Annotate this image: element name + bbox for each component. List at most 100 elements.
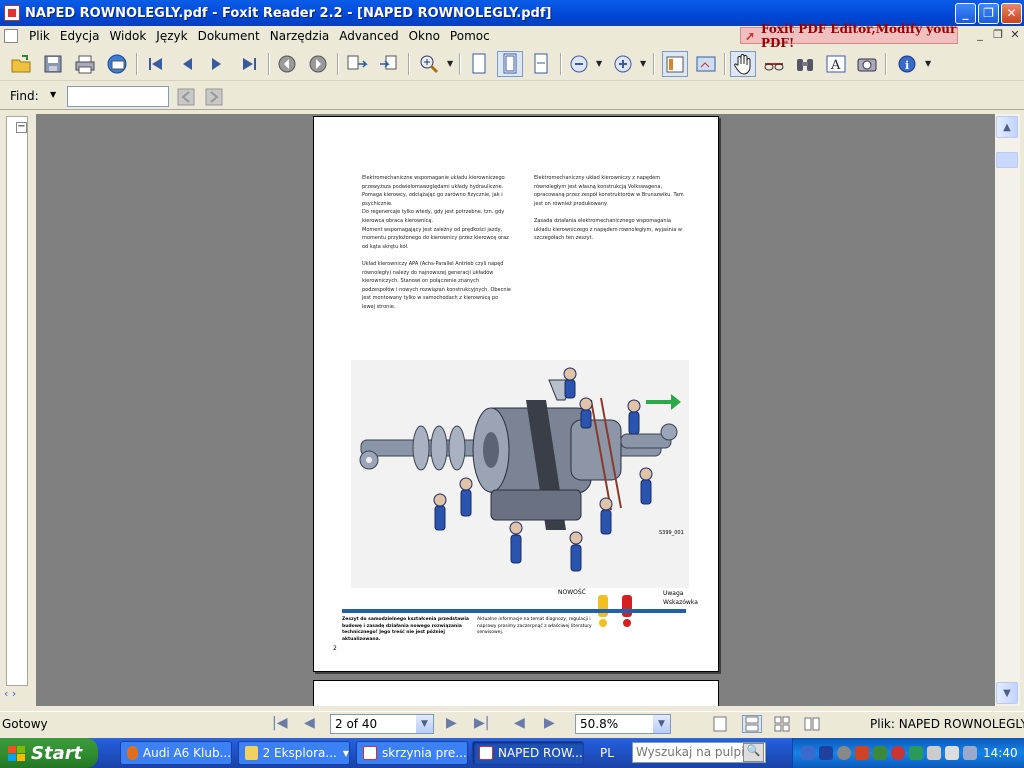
- zoom-dropdown-arrow-icon[interactable]: ▼: [653, 715, 670, 733]
- bookmarks-icon[interactable]: [662, 51, 688, 77]
- maximize-button[interactable]: ❐: [978, 2, 999, 24]
- menu-narzedzia[interactable]: Narzędzia: [265, 29, 335, 43]
- last-page-icon[interactable]: [236, 51, 262, 77]
- vertical-scrollbar[interactable]: ▲ ▼: [995, 114, 1020, 706]
- hand-tool-icon[interactable]: [730, 51, 756, 77]
- open-icon[interactable]: [8, 51, 34, 77]
- zoom-in-dropdown-icon[interactable]: ▼: [640, 59, 646, 68]
- security-icon[interactable]: [873, 746, 887, 760]
- status-back-icon[interactable]: ◀: [514, 715, 525, 731]
- find-input[interactable]: [67, 86, 169, 107]
- find-previous-icon[interactable]: [173, 84, 199, 110]
- toolbar: ▼ ▼ ▼ A i ▼: [0, 47, 1024, 81]
- actual-size-icon[interactable]: [466, 51, 492, 77]
- start-label: Start: [31, 742, 83, 764]
- page-dropdown-icon[interactable]: ▼: [416, 715, 433, 733]
- status-first-page-icon[interactable]: |◀: [272, 715, 287, 731]
- zoom-in-round-icon[interactable]: [610, 51, 636, 77]
- close-button[interactable]: ✕: [1001, 2, 1022, 24]
- task-naped-rownolegly[interactable]: NAPED ROW...: [472, 741, 584, 765]
- save-icon[interactable]: [40, 51, 66, 77]
- mdi-restore-icon[interactable]: ❐: [990, 28, 1006, 43]
- email-icon[interactable]: [104, 51, 130, 77]
- scroll-thumb[interactable]: [996, 152, 1018, 168]
- bluetooth-icon[interactable]: [927, 746, 941, 760]
- document-icon[interactable]: [4, 29, 18, 43]
- fit-page-icon[interactable]: [497, 51, 523, 77]
- task-skrzynia[interactable]: skrzynia pre...: [356, 741, 468, 765]
- status-next-page-icon[interactable]: ▶: [446, 715, 457, 731]
- minimize-button[interactable]: _: [955, 2, 976, 24]
- collapse-icon[interactable]: −: [16, 122, 27, 133]
- menu-edycja[interactable]: Edycja: [55, 29, 105, 43]
- menu-dokument[interactable]: Dokument: [193, 29, 265, 43]
- task-audi-klub[interactable]: Audi A6 Klub...: [120, 741, 232, 765]
- antivirus-icon[interactable]: [855, 746, 869, 760]
- start-button[interactable]: Start: [0, 738, 98, 768]
- mdi-close-icon[interactable]: ✕: [1007, 28, 1023, 43]
- facing-icon[interactable]: [772, 715, 792, 733]
- find-binoculars-icon[interactable]: [792, 51, 818, 77]
- zoom-field[interactable]: 50.8% ▼: [575, 714, 671, 734]
- single-page-icon[interactable]: [710, 715, 730, 733]
- connection-icon[interactable]: [963, 746, 977, 760]
- panel-resize-arrows-icon[interactable]: ‹ ›: [4, 687, 16, 700]
- network-icon[interactable]: [801, 746, 815, 760]
- scroll-up-icon[interactable]: ▲: [996, 116, 1018, 138]
- status-last-page-icon[interactable]: ▶|: [474, 715, 489, 731]
- foxit-editor-ad[interactable]: ➚ Foxit PDF Editor,Modify your PDF!: [740, 22, 958, 50]
- info-icon[interactable]: i: [894, 51, 920, 77]
- fit-width-icon[interactable]: [528, 51, 554, 77]
- menu-pomoc[interactable]: Pomoc: [445, 29, 495, 43]
- info-dropdown-icon[interactable]: ▼: [925, 59, 931, 68]
- search-icon[interactable]: 🔍: [743, 743, 764, 762]
- next-page-icon[interactable]: [204, 51, 230, 77]
- task-explorer[interactable]: 2 Eksplora... ▼: [238, 741, 350, 765]
- pdf-file-icon: [363, 746, 377, 760]
- zoom-out-round-icon[interactable]: [566, 51, 592, 77]
- task-label: Audi A6 Klub...: [142, 746, 231, 760]
- typewriter-icon[interactable]: A: [823, 51, 849, 77]
- language-indicator[interactable]: PL: [600, 746, 614, 760]
- menu-advanced[interactable]: Advanced: [334, 29, 403, 43]
- page-number-field[interactable]: 2 of 40 ▼: [330, 714, 434, 734]
- insert-pages-icon[interactable]: [376, 51, 402, 77]
- volume-icon[interactable]: [945, 746, 959, 760]
- snapshot-camera-icon[interactable]: [854, 51, 880, 77]
- menu-okno[interactable]: Okno: [404, 29, 445, 43]
- menu-widok[interactable]: Widok: [104, 29, 151, 43]
- zoom-dropdown-icon[interactable]: ▼: [447, 59, 453, 68]
- disc-icon[interactable]: [837, 746, 851, 760]
- continuous-icon[interactable]: [742, 715, 762, 733]
- page-text-left-column: Elektromechaniczne wspomaganie układu ki…: [362, 175, 512, 310]
- zoom-in-icon[interactable]: [416, 51, 442, 77]
- scroll-down-icon[interactable]: ▼: [996, 682, 1018, 704]
- mdi-minimize-icon[interactable]: _: [972, 28, 988, 43]
- menu-jezyk[interactable]: Język: [151, 29, 192, 43]
- foxit-window: NAPED ROWNOLEGLY.pdf - Foxit Reader 2.2 …: [0, 0, 1024, 768]
- status-prev-page-icon[interactable]: ◀: [304, 715, 315, 731]
- taskbar: Start Audi A6 Klub... 2 Eksplora... ▼ sk…: [0, 738, 1024, 768]
- rotate-view-icon[interactable]: [693, 51, 719, 77]
- status-forward-icon[interactable]: ▶: [544, 715, 555, 731]
- find-next-icon[interactable]: [201, 84, 227, 110]
- extract-pages-icon[interactable]: [344, 51, 370, 77]
- display-icon[interactable]: [819, 746, 833, 760]
- menu-plik[interactable]: Plik: [24, 29, 55, 43]
- find-options-dropdown-icon[interactable]: ▼: [50, 90, 56, 99]
- first-page-icon[interactable]: [143, 51, 169, 77]
- select-text-icon[interactable]: [761, 51, 787, 77]
- continuous-facing-icon[interactable]: [802, 715, 822, 733]
- previous-page-icon[interactable]: [174, 51, 200, 77]
- update-icon[interactable]: [891, 746, 905, 760]
- zoom-out-dropdown-icon[interactable]: ▼: [596, 59, 602, 68]
- print-icon[interactable]: [72, 51, 98, 77]
- zoom-value: 50.8%: [580, 717, 619, 731]
- pdf-file-icon: [479, 746, 493, 760]
- shield-icon[interactable]: [909, 746, 923, 760]
- document-viewer[interactable]: Elektromechaniczne wspomaganie układu ki…: [36, 114, 995, 706]
- go-back-icon[interactable]: [274, 51, 300, 77]
- bookmark-tree[interactable]: −: [6, 116, 28, 686]
- go-forward-icon[interactable]: [305, 51, 331, 77]
- separator: [653, 53, 655, 75]
